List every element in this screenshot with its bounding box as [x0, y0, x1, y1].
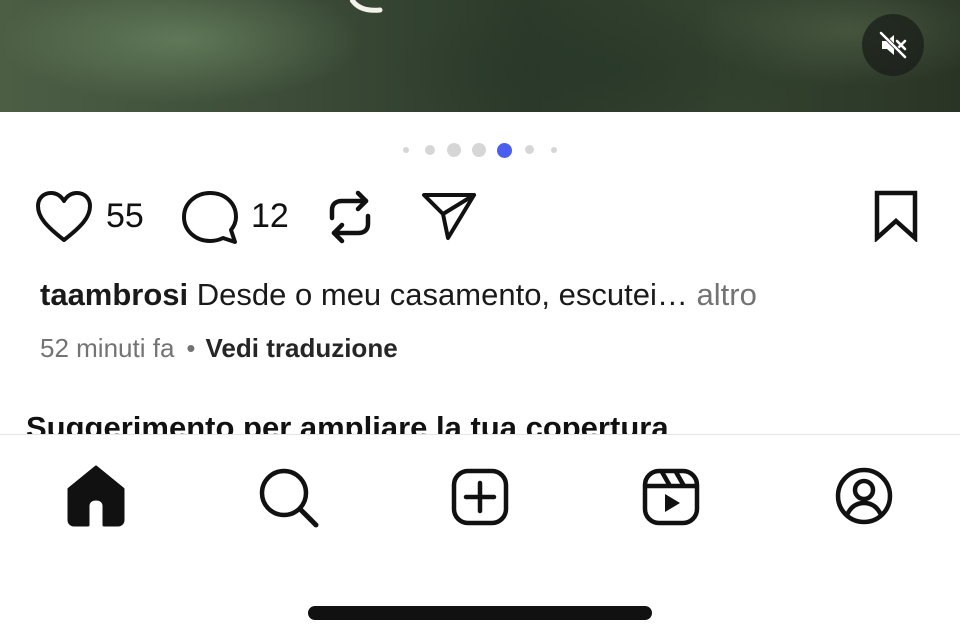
- speaker-muted-icon: [879, 31, 907, 59]
- carousel-dot: [472, 143, 486, 157]
- caption-username[interactable]: taambrosi: [40, 277, 188, 312]
- profile-icon[interactable]: [834, 466, 894, 526]
- comments-count[interactable]: 12: [251, 196, 289, 236]
- caption-more-link[interactable]: altro: [697, 277, 757, 312]
- post-caption[interactable]: taambrosi Desde o meu casamento, escutei…: [40, 274, 757, 316]
- reels-icon[interactable]: [642, 468, 700, 526]
- home-icon[interactable]: [66, 465, 126, 527]
- post-timestamp: 52 minuti fa: [40, 333, 175, 363]
- paper-plane-icon[interactable]: [420, 190, 478, 242]
- repost-icon[interactable]: [324, 188, 376, 246]
- bookmark-icon[interactable]: [872, 190, 920, 242]
- carousel-dot: [551, 147, 557, 153]
- carousel-dot: [425, 145, 435, 155]
- heart-icon[interactable]: [34, 190, 94, 244]
- media-glint: [350, 0, 383, 13]
- search-icon[interactable]: [258, 467, 320, 529]
- plus-square-icon[interactable]: [451, 468, 509, 526]
- carousel-dot-active: [497, 143, 512, 158]
- post-meta: 52 minuti fa • Vedi traduzione: [40, 330, 398, 366]
- carousel-dot: [525, 145, 534, 154]
- likes-count[interactable]: 55: [106, 196, 144, 236]
- carousel-dot: [447, 143, 461, 157]
- mute-button[interactable]: [862, 14, 924, 76]
- meta-separator: •: [186, 333, 196, 363]
- caption-text: Desde o meu casamento, escutei…: [196, 277, 688, 312]
- carousel-dot: [403, 147, 409, 153]
- comment-bubble-icon[interactable]: [181, 190, 239, 246]
- home-indicator[interactable]: [308, 606, 652, 620]
- post-media[interactable]: [0, 0, 960, 112]
- carousel-indicator: [0, 142, 960, 158]
- see-translation-link[interactable]: Vedi traduzione: [206, 333, 398, 363]
